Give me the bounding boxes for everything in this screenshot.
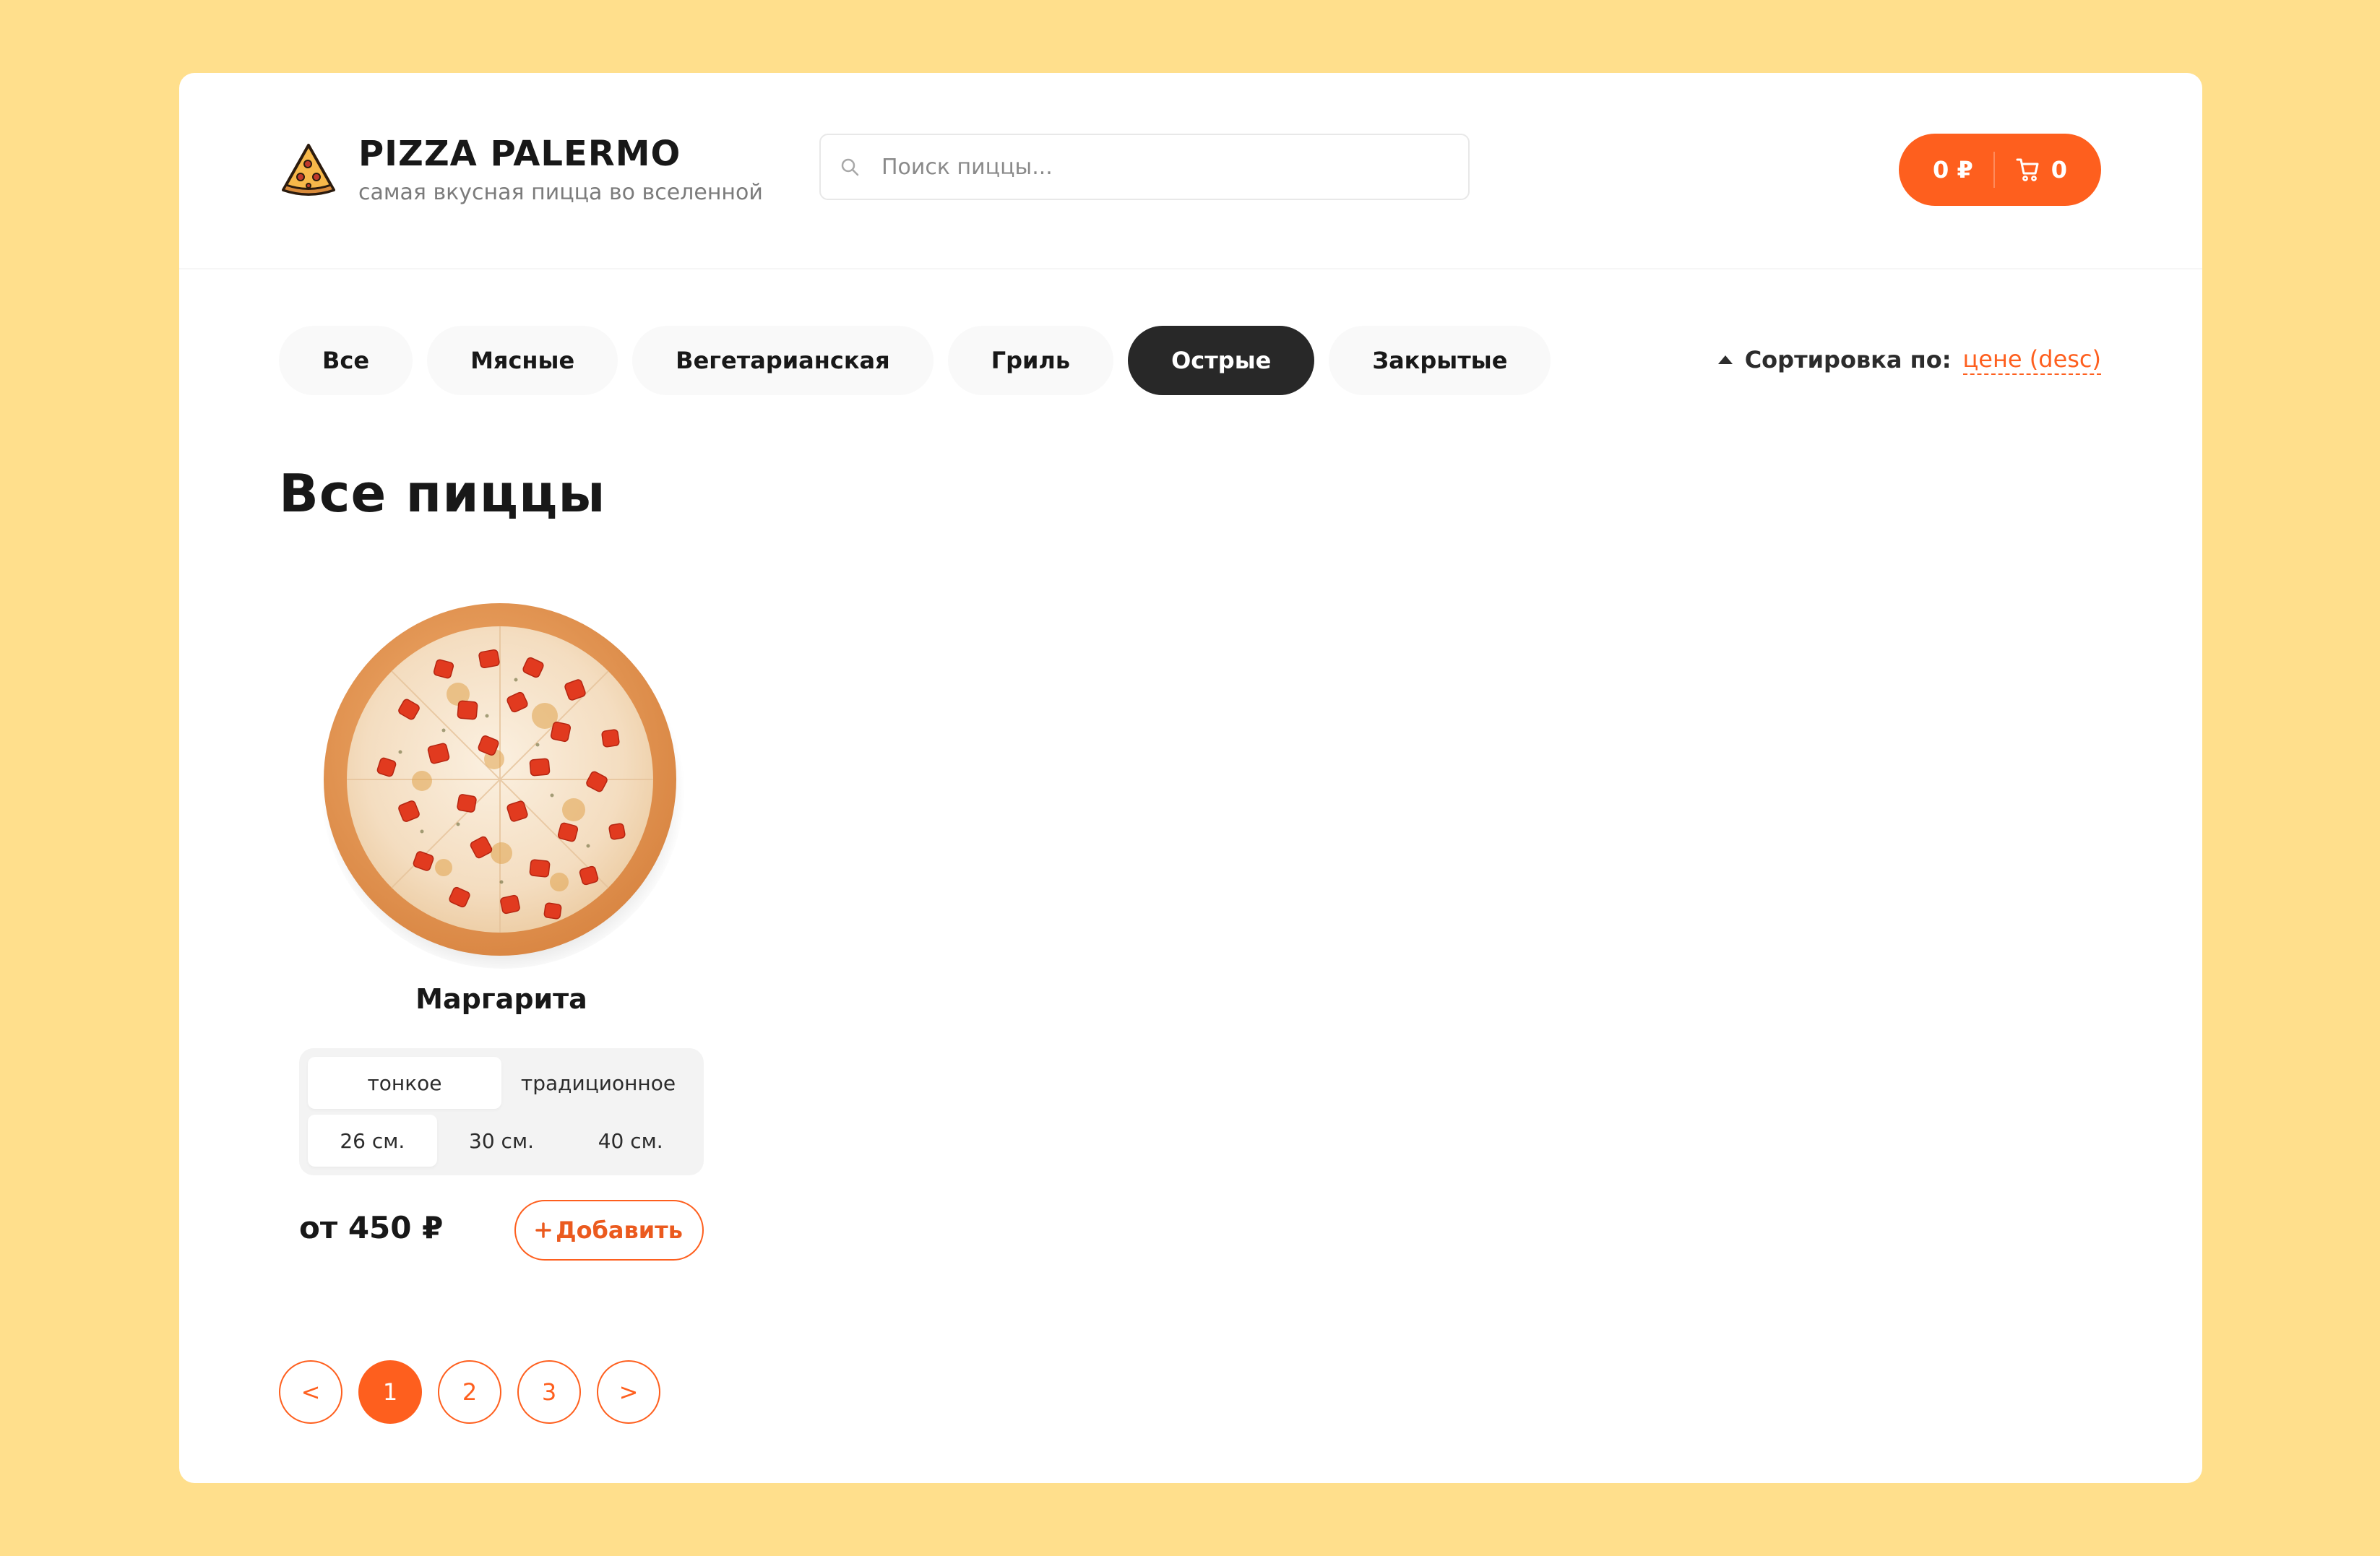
triangle-up-icon[interactable]	[1717, 355, 1733, 365]
category-closed[interactable]: Закрытые	[1329, 326, 1551, 395]
pagination: < 1 2 3 >	[279, 1360, 676, 1424]
category-meat[interactable]: Мясные	[427, 326, 618, 395]
plus-icon	[535, 1222, 551, 1238]
logo[interactable]: PIZZA PALERMO самая вкусная пицца во все…	[279, 132, 763, 209]
pizza-price: от 450 ₽	[299, 1210, 444, 1245]
size-option-26[interactable]: 26 см.	[308, 1115, 437, 1167]
sort-value[interactable]: цене (desc)	[1962, 345, 2101, 375]
dough-option-thin[interactable]: тонкое	[308, 1057, 501, 1109]
pizza-image	[321, 603, 685, 969]
pagination-prev-button[interactable]: <	[279, 1360, 342, 1424]
pagination-next-button[interactable]: >	[597, 1360, 660, 1424]
search-icon	[841, 158, 859, 176]
pagination-page-3[interactable]: 3	[517, 1360, 581, 1424]
size-options: 26 см. 30 см. 40 см.	[308, 1115, 695, 1167]
sort-label: Сортировка по:	[1744, 346, 1952, 373]
pizza-name: Маргарита	[415, 983, 587, 1015]
search-bar[interactable]	[819, 134, 1470, 200]
category-grill[interactable]: Гриль	[947, 326, 1114, 395]
add-to-cart-button[interactable]: Добавить	[514, 1200, 704, 1261]
pagination-page-1[interactable]: 1	[358, 1360, 422, 1424]
add-button-label: Добавить	[556, 1216, 683, 1244]
header: PIZZA PALERMO самая вкусная пицца во все…	[179, 73, 2202, 269]
page-title: Все пиццы	[279, 463, 606, 524]
page-container: PIZZA PALERMO самая вкусная пицца во все…	[179, 73, 2202, 1483]
category-vegetarian[interactable]: Вегетарианская	[632, 326, 934, 395]
cart-divider	[1993, 152, 1995, 188]
pizza-options: тонкое традиционное 26 см. 30 см. 40 см.	[299, 1048, 704, 1175]
pizza-slice-icon	[282, 144, 335, 196]
category-all[interactable]: Все	[279, 326, 413, 395]
cart-count: 0	[2051, 156, 2067, 183]
dough-type-options: тонкое традиционное	[308, 1057, 695, 1109]
cart-total: 0 ₽	[1933, 156, 1973, 183]
category-tabs: Все Мясные Вегетарианская Гриль Острые З…	[279, 326, 1565, 395]
size-option-40[interactable]: 40 см.	[566, 1115, 695, 1167]
pagination-page-2[interactable]: 2	[438, 1360, 501, 1424]
cart-button[interactable]: 0 ₽ 0	[1899, 134, 2101, 206]
shopping-cart-icon	[2016, 158, 2039, 181]
app-subtitle: самая вкусная пицца во вселенной	[358, 180, 763, 205]
sort-control: Сортировка по: цене (desc)	[1717, 342, 2101, 378]
pizza-card-footer: от 450 ₽ Добавить	[299, 1200, 704, 1263]
app-title: PIZZA PALERMO	[358, 134, 681, 174]
category-spicy[interactable]: Острые	[1128, 326, 1315, 395]
dough-option-traditional[interactable]: традиционное	[501, 1057, 695, 1109]
search-input[interactable]	[880, 153, 1446, 181]
size-option-30[interactable]: 30 см.	[437, 1115, 566, 1167]
